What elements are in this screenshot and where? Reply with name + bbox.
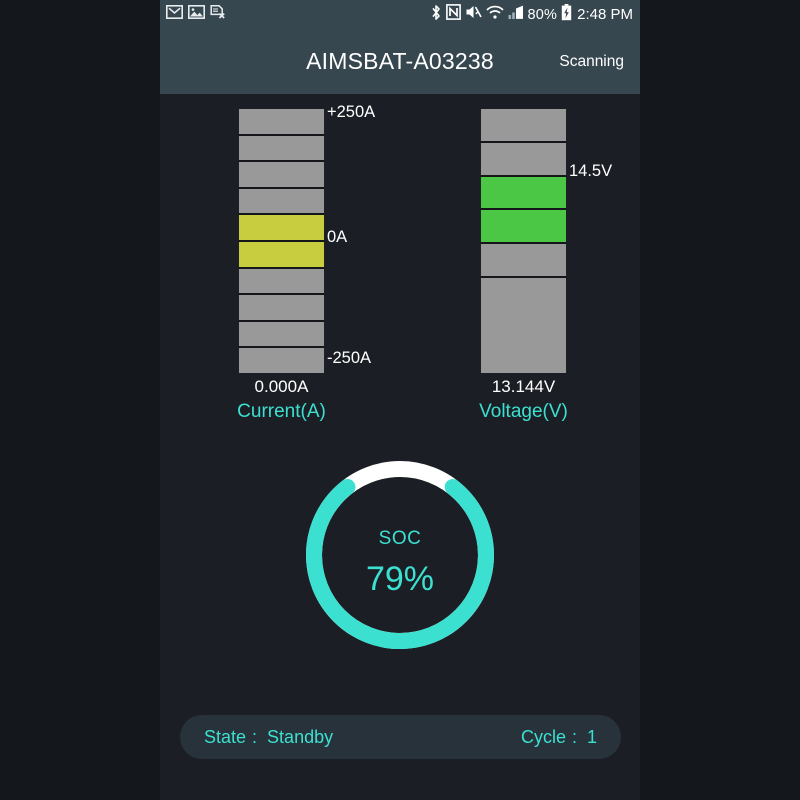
voltage-readout: 13.144V	[491, 377, 556, 396]
current-scale-max-label: +250A	[327, 103, 376, 121]
gauges-section: +250A 0A -250A 0.000A Current(A) 14.5V 1…	[160, 94, 640, 434]
screenshot-root: 80% 2:48 PM AIMSBAT-A03238 Scanning +250…	[0, 0, 800, 800]
current-gauge: +250A 0A -250A 0.000A Current(A)	[198, 94, 375, 434]
sound-mute-icon	[465, 4, 482, 25]
state-key-label: State	[204, 726, 247, 747]
voltage-segment	[480, 244, 567, 278]
voltage-axis-title: Voltage(V)	[479, 401, 568, 422]
battery-percent-label: 80%	[527, 6, 558, 23]
voltage-segment	[480, 142, 567, 177]
cycle-value: 1	[586, 726, 597, 747]
voltage-segment	[480, 210, 567, 244]
battery-charging-icon	[561, 3, 572, 26]
current-segment	[238, 321, 325, 349]
voltage-marker-label: 14.5V	[569, 162, 613, 180]
state-separator: :	[252, 726, 258, 747]
soc-gauge[interactable]: SOC 79%	[300, 455, 500, 655]
current-segment	[238, 109, 325, 136]
current-segment	[238, 268, 325, 296]
scan-status-label[interactable]: Scanning	[559, 53, 624, 71]
cycle-field: Cycle : 1	[521, 727, 597, 748]
cycle-key-label: Cycle	[520, 726, 566, 747]
state-status-bar[interactable]: State : Standby Cycle : 1	[180, 715, 621, 759]
app-title-bar: AIMSBAT-A03238 Scanning	[160, 29, 640, 94]
soc-ring-svg	[306, 461, 494, 649]
bluetooth-icon	[430, 4, 442, 26]
voltage-segment	[480, 277, 567, 373]
cellular-signal-icon	[508, 5, 524, 25]
status-bar-clock: 2:48 PM	[577, 6, 633, 23]
current-segment	[238, 348, 325, 373]
status-bar-system-icons: 80% 2:48 PM	[430, 3, 633, 26]
voltage-segment	[480, 176, 567, 211]
cycle-separator: :	[571, 726, 577, 747]
current-scale-zero-label: 0A	[327, 228, 348, 246]
current-segment	[238, 188, 325, 216]
current-segment	[238, 135, 325, 163]
current-segment	[238, 215, 325, 242]
current-readout: 0.000A	[254, 377, 309, 396]
soc-ring-arc	[306, 461, 494, 649]
device-viewport: 80% 2:48 PM AIMSBAT-A03238 Scanning +250…	[160, 0, 640, 800]
soc-value: 79%	[365, 560, 435, 598]
nfc-icon	[445, 4, 461, 25]
soc-label: SOC	[378, 528, 422, 549]
current-segment	[238, 241, 325, 269]
gmail-icon	[166, 5, 183, 24]
current-bar-stack	[238, 109, 325, 373]
state-field: State : Standby	[204, 727, 333, 748]
android-status-bar: 80% 2:48 PM	[160, 0, 640, 29]
status-bar-notification-icons	[166, 5, 226, 24]
voltage-bar-stack	[480, 109, 567, 373]
gallery-image-icon	[188, 5, 205, 24]
current-axis-title: Current(A)	[237, 401, 326, 422]
wifi-icon	[485, 5, 504, 25]
current-segment	[238, 162, 325, 189]
current-scale-min-label: -250A	[327, 349, 372, 367]
voltage-gauge: 14.5V 13.144V Voltage(V)	[440, 94, 612, 434]
document-error-icon	[210, 5, 226, 24]
current-segment	[238, 295, 325, 322]
state-value: Standby	[267, 726, 334, 747]
voltage-segment	[480, 109, 567, 143]
